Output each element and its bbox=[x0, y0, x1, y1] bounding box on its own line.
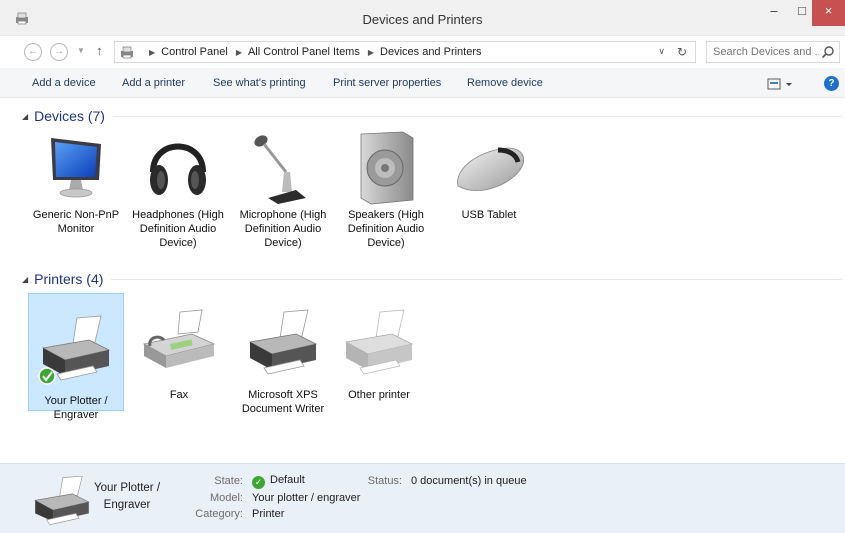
device-item-speakers[interactable]: Speakers (High Definition Audio Device) bbox=[338, 128, 434, 250]
breadcrumb-chevron-icon[interactable]: ▶ bbox=[236, 48, 242, 57]
printer-icon bbox=[248, 309, 318, 375]
breadcrumb-devices-printers[interactable]: Devices and Printers bbox=[380, 46, 482, 58]
remove-device-button[interactable]: Remove device bbox=[467, 77, 543, 89]
default-check-icon: ✓ bbox=[252, 476, 265, 489]
collapse-triangle-icon[interactable]: ◢ bbox=[22, 275, 28, 284]
printer-item-other[interactable]: Other printer bbox=[331, 308, 427, 402]
devices-view: ◢ Devices (7) Generic Non-PnP Monitor He… bbox=[0, 98, 845, 463]
model-value: Your plotter / engraver bbox=[252, 492, 361, 504]
category-label: Category: bbox=[195, 508, 243, 520]
printer-item-your-plotter[interactable]: Your Plotter / Engraver bbox=[28, 293, 124, 421]
up-button[interactable]: ↑ bbox=[96, 43, 103, 58]
address-bar: ← → ▼ ↑ ▶ Control Panel ▶ All Control Pa… bbox=[0, 36, 845, 68]
search-input[interactable] bbox=[707, 42, 819, 62]
details-pane: Your Plotter / Engraver State: ✓ Default … bbox=[0, 463, 845, 533]
devices-group-header[interactable]: ◢ Devices (7) bbox=[22, 108, 842, 124]
see-whats-printing-button[interactable]: See what's printing bbox=[213, 77, 306, 89]
breadcrumb: ▶ Control Panel ▶ All Control Panel Item… bbox=[141, 46, 482, 58]
device-item-microphone[interactable]: Microphone (High Definition Audio Device… bbox=[235, 128, 331, 250]
arrow-up-icon: ↑ bbox=[96, 43, 103, 58]
arrow-right-icon: → bbox=[54, 46, 64, 57]
fax-icon bbox=[142, 309, 216, 368]
printers-group-header[interactable]: ◢ Printers (4) bbox=[22, 271, 842, 287]
forward-button[interactable]: → bbox=[50, 43, 68, 61]
headphones-icon bbox=[150, 143, 206, 195]
printer-icon bbox=[344, 309, 414, 375]
devices-printers-icon bbox=[121, 46, 133, 59]
title-bar: Devices and Printers – □ × bbox=[0, 0, 845, 36]
device-item-monitor[interactable]: Generic Non-PnP Monitor bbox=[28, 128, 124, 236]
arrow-left-icon: ← bbox=[28, 46, 38, 57]
help-icon[interactable]: ? bbox=[824, 76, 839, 91]
back-button[interactable]: ← bbox=[24, 43, 42, 61]
path-box[interactable]: ▶ Control Panel ▶ All Control Panel Item… bbox=[114, 41, 696, 63]
state-value: ✓ Default bbox=[252, 474, 305, 489]
monitor-icon bbox=[51, 138, 101, 198]
printer-item-fax[interactable]: Fax bbox=[131, 308, 227, 402]
device-item-headphones[interactable]: Headphones (High Definition Audio Device… bbox=[130, 128, 226, 250]
print-server-properties-button[interactable]: Print server properties bbox=[333, 77, 441, 89]
printer-icon bbox=[38, 315, 111, 385]
close-button[interactable]: × bbox=[812, 0, 845, 26]
details-device-name: Your Plotter / Engraver bbox=[93, 482, 161, 511]
command-bar: Add a device Add a printer See what's pr… bbox=[0, 68, 845, 98]
change-view-icon[interactable] bbox=[767, 77, 793, 91]
category-value: Printer bbox=[252, 508, 285, 520]
breadcrumb-control-panel[interactable]: Control Panel bbox=[161, 46, 228, 58]
status-label: Status: bbox=[367, 475, 402, 487]
microphone-icon bbox=[254, 135, 306, 204]
refresh-icon[interactable]: ↻ bbox=[677, 45, 687, 59]
model-label: Model: bbox=[209, 492, 243, 504]
minimize-button[interactable]: – bbox=[760, 0, 788, 26]
add-printer-button[interactable]: Add a printer bbox=[122, 77, 185, 89]
recent-locations-dropdown[interactable]: ▼ bbox=[77, 46, 85, 55]
device-item-usb-tablet[interactable]: USB Tablet bbox=[441, 128, 537, 222]
printer-item-xps-writer[interactable]: Microsoft XPS Document Writer bbox=[235, 308, 331, 416]
printer-icon bbox=[34, 476, 90, 526]
state-label: State: bbox=[214, 475, 243, 487]
breadcrumb-all-items[interactable]: All Control Panel Items bbox=[248, 46, 360, 58]
add-device-button[interactable]: Add a device bbox=[32, 77, 96, 89]
collapse-triangle-icon[interactable]: ◢ bbox=[22, 112, 28, 121]
search-box bbox=[706, 41, 840, 63]
speakers-icon bbox=[360, 131, 414, 205]
chevron-down-icon[interactable]: ∨ bbox=[658, 46, 665, 57]
search-icon[interactable] bbox=[821, 45, 835, 59]
window-title: Devices and Printers bbox=[362, 12, 483, 27]
breadcrumb-chevron-icon[interactable]: ▶ bbox=[149, 48, 155, 57]
mouse-icon bbox=[457, 147, 524, 191]
breadcrumb-chevron-icon[interactable]: ▶ bbox=[368, 48, 374, 57]
status-value: 0 document(s) in queue bbox=[411, 475, 527, 487]
